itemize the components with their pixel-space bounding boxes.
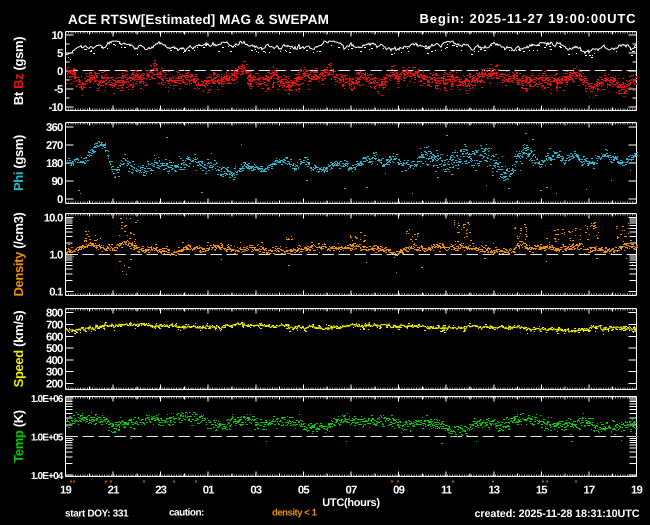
svg-text:01: 01 — [203, 485, 214, 497]
svg-text:1.0E+05: 1.0E+05 — [31, 433, 64, 444]
svg-text:15: 15 — [536, 485, 547, 497]
svg-text:10.0: 10.0 — [44, 212, 63, 224]
svg-text:180: 180 — [46, 158, 63, 170]
svg-text:200: 200 — [46, 379, 63, 391]
svg-text:1.0E+06: 1.0E+06 — [31, 394, 64, 405]
svg-text:UTC(hours): UTC(hours) — [322, 497, 380, 509]
svg-text:360: 360 — [46, 122, 63, 134]
svg-text:10: 10 — [52, 30, 63, 42]
svg-text:1.0E+04: 1.0E+04 — [31, 471, 64, 482]
svg-text:ACE RTSW[Estimated] MAG & SWEP: ACE RTSW[Estimated] MAG & SWEPAM — [68, 12, 329, 27]
svg-text:density < 1: density < 1 — [272, 508, 318, 519]
svg-text:1.0: 1.0 — [49, 249, 63, 261]
svg-text:-5: -5 — [54, 84, 63, 96]
svg-text:800: 800 — [46, 308, 63, 320]
svg-text:-10: -10 — [49, 102, 63, 114]
svg-text:300: 300 — [46, 367, 63, 379]
svg-text:90: 90 — [52, 176, 63, 188]
svg-text:19: 19 — [60, 485, 71, 497]
svg-text:400: 400 — [46, 355, 63, 367]
svg-text:700: 700 — [46, 320, 63, 332]
svg-text:start DOY: 331: start DOY: 331 — [65, 509, 129, 520]
svg-text:11: 11 — [441, 485, 452, 497]
svg-text:07: 07 — [346, 485, 357, 497]
svg-text:13: 13 — [488, 485, 499, 497]
svg-text:05: 05 — [298, 485, 309, 497]
svg-text:21: 21 — [108, 485, 119, 497]
svg-text:created: 2025-11-28 18:31:10UT: created: 2025-11-28 18:31:10UTC — [475, 508, 640, 520]
svg-text:Temp (K): Temp (K) — [11, 410, 26, 463]
svg-text:Begin: 2025-11-27 19:00:00UTC: Begin: 2025-11-27 19:00:00UTC — [420, 11, 637, 26]
svg-text:17: 17 — [583, 485, 594, 497]
svg-text:270: 270 — [46, 140, 63, 152]
svg-text:0: 0 — [57, 66, 63, 78]
svg-text:09: 09 — [393, 485, 404, 497]
svg-text:0: 0 — [57, 194, 63, 206]
svg-text:Speed (km/s): Speed (km/s) — [11, 311, 26, 388]
svg-text:0.1: 0.1 — [49, 287, 63, 299]
svg-text:Density (/cm3): Density (/cm3) — [11, 213, 26, 297]
svg-text:Bt Bz (gsm): Bt Bz (gsm) — [11, 37, 26, 105]
svg-text:23: 23 — [155, 485, 166, 497]
svg-text:500: 500 — [46, 343, 63, 355]
svg-text:03: 03 — [250, 485, 261, 497]
svg-text:600: 600 — [46, 331, 63, 343]
svg-text:Phi (gsm): Phi (gsm) — [11, 135, 26, 191]
svg-text:19: 19 — [631, 485, 642, 497]
svg-text:caution:: caution: — [169, 508, 204, 519]
svg-text:5: 5 — [57, 48, 63, 60]
